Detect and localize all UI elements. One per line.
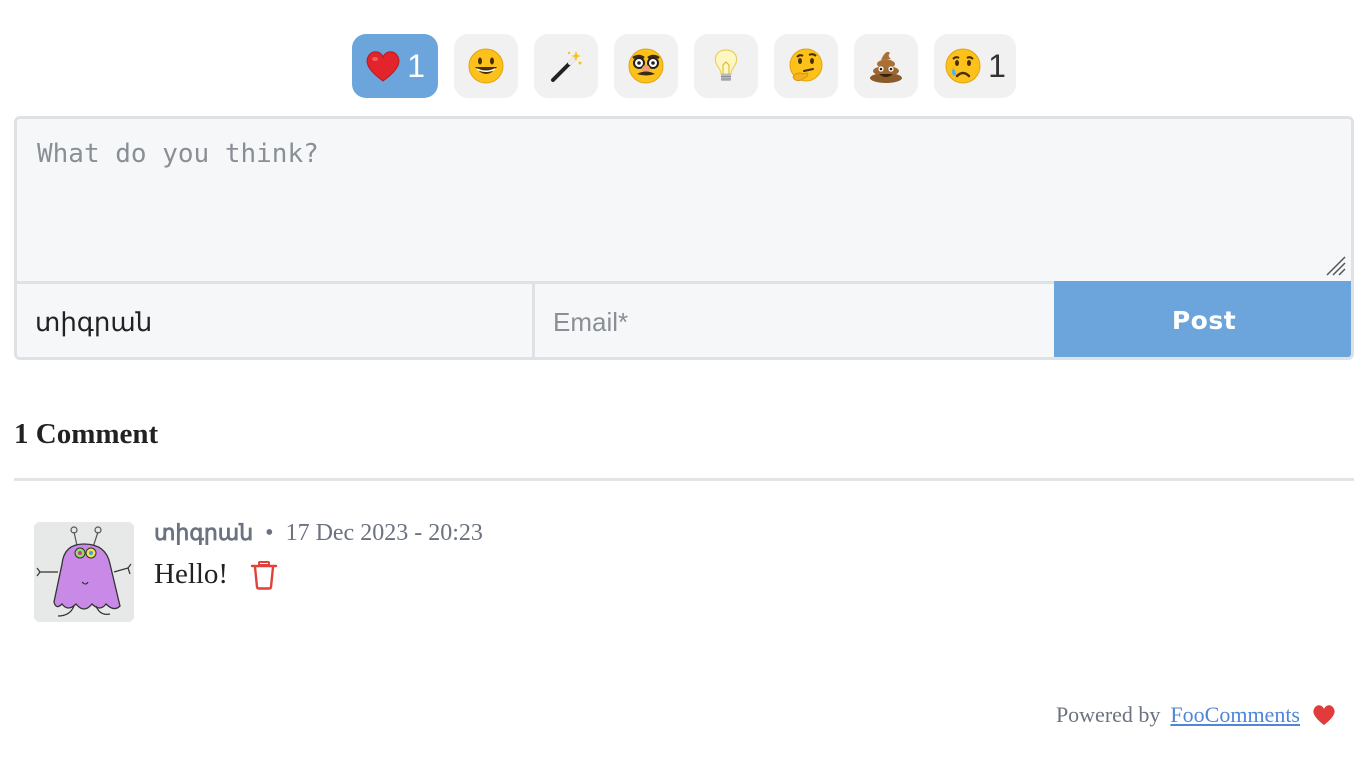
reaction-poop[interactable]: [854, 34, 919, 98]
reaction-grinning[interactable]: [454, 34, 519, 98]
reaction-thinking[interactable]: [774, 34, 839, 98]
comment-author: տիգրան: [154, 520, 254, 545]
email-field[interactable]: [535, 284, 1053, 357]
comment-meta: տիգրան • 17 Dec 2023 - 20:23: [154, 520, 483, 547]
divider: [14, 478, 1354, 481]
name-field[interactable]: [17, 284, 535, 357]
magic-wand-icon: [547, 47, 585, 85]
comments-count-heading: 1 Comment: [14, 418, 159, 450]
avatar: [34, 522, 134, 622]
heart-icon: [1313, 705, 1335, 725]
heart-icon: [365, 49, 401, 83]
crying-face-icon: [944, 47, 982, 85]
grinning-face-icon: [467, 47, 505, 85]
reaction-crying[interactable]: 1: [934, 34, 1016, 98]
meta-separator: •: [265, 520, 274, 546]
comment-item: տիգրան • 17 Dec 2023 - 20:23 Hello!: [34, 520, 1334, 622]
reactions-bar: 1 1: [0, 34, 1368, 98]
reaction-heart[interactable]: 1: [352, 34, 439, 98]
powered-by-text: Powered by: [1055, 702, 1161, 727]
comment-timestamp: 17 Dec 2023 - 20:23: [285, 520, 483, 546]
comment-textarea[interactable]: [17, 119, 1351, 281]
resize-grip-icon[interactable]: [1323, 253, 1347, 277]
reaction-light-bulb[interactable]: [694, 34, 759, 98]
comment-body: Hello!: [154, 558, 278, 591]
post-button[interactable]: Post: [1054, 281, 1351, 357]
footer: Powered by FooComments: [1056, 702, 1336, 728]
form-fields-row: Post: [17, 281, 1351, 357]
reaction-disguise[interactable]: [614, 34, 679, 98]
thinking-face-icon: [787, 47, 825, 85]
reaction-magic-wand[interactable]: [534, 34, 599, 98]
reaction-count: 1: [988, 47, 1006, 84]
comment-form: Post: [14, 116, 1354, 360]
light-bulb-icon: [707, 47, 745, 85]
disguised-face-icon: [627, 47, 665, 85]
trash-icon[interactable]: [250, 560, 278, 590]
reaction-count: 1: [407, 47, 425, 84]
poop-icon: [867, 47, 905, 85]
monster-avatar-icon: [34, 522, 134, 622]
foocomments-link[interactable]: FooComments: [1170, 702, 1300, 728]
comment-text: Hello!: [154, 558, 229, 590]
comments-widget: 1 1 What do you think? տիգրան Email* Pos…: [0, 0, 1368, 762]
